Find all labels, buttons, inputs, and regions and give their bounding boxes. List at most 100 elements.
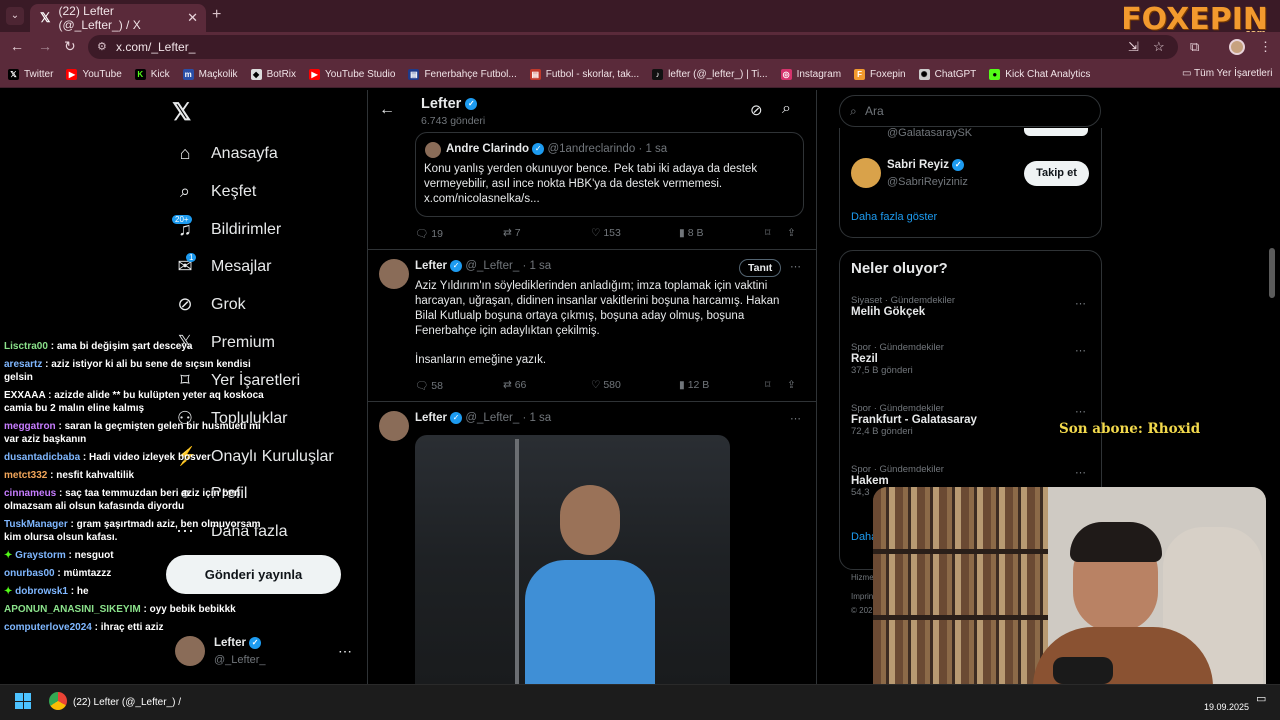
chrome-icon[interactable] (49, 692, 67, 710)
bookmark-tiktok[interactable]: ♪ lefter (@_lefter_) | Ti... (652, 69, 768, 80)
nav-grok[interactable]: ⊘ Grok (175, 294, 245, 315)
chat-username: meggatron (4, 421, 56, 432)
fenerbahce-icon: ▤ (408, 69, 420, 80)
bookmark-foxepin[interactable]: F Foxepin (854, 69, 906, 80)
youtube-icon: ▶ (66, 69, 78, 80)
quoted-avatar (425, 142, 441, 158)
forward-icon[interactable]: → (38, 38, 52, 54)
footer-link[interactable]: Imprin (851, 592, 873, 601)
search-icon[interactable]: ⌕ (782, 100, 791, 118)
bookmark-icon[interactable]: ⌑ (765, 227, 787, 240)
like-button[interactable]: ♡ 153 (591, 227, 679, 240)
account-menu-icon[interactable]: ⋯ (338, 643, 352, 660)
webcam-microphone (1053, 657, 1113, 684)
footer-link[interactable]: Hizme (851, 573, 874, 582)
extensions-icon[interactable]: ⧉ (1190, 39, 1199, 55)
install-app-icon[interactable]: ⇲ (1128, 39, 1139, 55)
tweet-avatar[interactable] (379, 411, 409, 441)
video-person-head (560, 485, 620, 555)
chat-username: metct332 (4, 470, 48, 481)
bookmark-fenerbahce[interactable]: ▤ Fenerbahçe Futbol... (408, 69, 517, 80)
bookmark-botrix[interactable]: ◆ BotRix (250, 69, 296, 80)
chat-message: cinnameus : saç taa temmuzdan beri aziz … (4, 488, 241, 512)
browser-tab[interactable]: 𝕏 (22) Lefter (@_Lefter_) / X ✕ (30, 4, 206, 32)
share-icon[interactable]: ⇪ (787, 379, 796, 392)
bookmark-icon[interactable]: ⌑ (765, 379, 787, 392)
nav-explore[interactable]: ⌕ Keşfet (175, 181, 256, 202)
nav-home[interactable]: ⌂ Anasayfa (175, 143, 278, 164)
trend-item[interactable]: Siyaset · Gündemdekiler Melih Gökçek (851, 295, 955, 318)
tweet-video[interactable] (415, 435, 730, 684)
follow-button-partial[interactable] (1024, 128, 1088, 136)
reply-button[interactable]: 🗨 19 (415, 227, 503, 240)
search-input[interactable]: ⌕ Ara (839, 95, 1101, 127)
verified-icon: ✓ (532, 143, 545, 155)
bookmark-kick-chat-analytics[interactable]: ● Kick Chat Analytics (989, 69, 1090, 80)
profile-avatar[interactable] (1229, 39, 1245, 55)
trend-menu-icon[interactable]: ⋯ (1075, 344, 1087, 357)
chat-message: APONUN_ANASINI_SIKEYIM : oyy bebik bebik… (4, 604, 236, 615)
tweet-menu-icon[interactable]: ⋯ (790, 412, 802, 425)
x-logo-icon[interactable]: 𝕏 (172, 98, 191, 127)
chat-message: ✦ Graystorm : nesguot (4, 550, 114, 561)
trend-item[interactable]: Spor · Gündemdekiler Frankfurt - Galatas… (851, 403, 977, 437)
chat-username: EXXAAA (4, 390, 46, 401)
taskbar-window-title[interactable]: (22) Lefter (@_Lefter_) / (73, 697, 181, 708)
reply-button[interactable]: 🗨 58 (415, 379, 503, 392)
mackolik-icon: m (182, 69, 194, 80)
bookmark-flashscore[interactable]: ▤ Futbol - skorlar, tak... (529, 69, 639, 80)
like-button[interactable]: ♡ 580 (591, 379, 679, 392)
retweet-button[interactable]: ⇄ 66 (503, 379, 591, 392)
tweet-avatar[interactable] (379, 259, 409, 289)
sabri-avatar[interactable] (851, 158, 881, 188)
account-handle: @_Lefter_ (214, 654, 266, 666)
follow-button[interactable]: Takip et (1024, 161, 1089, 186)
grok-header-icon[interactable]: ⊘ (750, 101, 763, 119)
reload-icon[interactable]: ↻ (64, 38, 76, 55)
address-bar[interactable]: ⚙ x.com/_Lefter_ (88, 35, 1178, 59)
windows-start-icon[interactable] (15, 693, 31, 709)
views-button[interactable]: ▮ 8 B (679, 227, 765, 240)
page-scrollbar[interactable] (1269, 248, 1275, 298)
tab-search-button[interactable]: ⌄ (6, 7, 24, 25)
flashscore-icon: ▤ (529, 69, 541, 80)
chatgpt-icon: ✺ (918, 69, 930, 80)
bookmark-twitter[interactable]: 𝕏 Twitter (8, 69, 53, 80)
kick-chat-icon: ● (989, 69, 1001, 80)
promote-button[interactable]: Tanıt (739, 259, 782, 277)
new-tab-button[interactable]: + (212, 6, 221, 24)
trend-menu-icon[interactable]: ⋯ (1075, 405, 1087, 418)
bookmark-chatgpt[interactable]: ✺ ChatGPT (918, 69, 976, 80)
bookmark-kick[interactable]: K Kick (134, 69, 170, 80)
show-more-link[interactable]: Daha fazla göster (851, 211, 937, 223)
bookmark-star-icon[interactable]: ☆ (1153, 39, 1165, 55)
browser-menu-icon[interactable]: ⋮ (1259, 39, 1272, 55)
chat-username: Graystorm (15, 550, 66, 561)
botrix-icon: ◆ (250, 69, 262, 80)
url-text: x.com/_Lefter_ (116, 40, 196, 54)
trend-menu-icon[interactable]: ⋯ (1075, 466, 1087, 479)
back-icon[interactable]: ← (10, 38, 24, 54)
chat-username: Lisctra00 (4, 341, 48, 352)
trend-menu-icon[interactable]: ⋯ (1075, 297, 1087, 310)
close-tab-icon[interactable]: ✕ (187, 10, 198, 26)
back-arrow-icon[interactable]: ← (379, 101, 395, 119)
all-bookmarks[interactable]: ▭ Tüm Yer İşaretleri (1182, 68, 1272, 79)
search-icon: ⌕ (850, 104, 857, 118)
account-avatar[interactable] (175, 636, 205, 666)
trend-item[interactable]: Spor · Gündemdekiler Rezil 37,5 B gönder… (851, 342, 944, 376)
bookmark-mackolik[interactable]: m Maçkolik (182, 69, 238, 80)
quoted-author: Andre Clarindo ✓ @1andreclarindo · 1 sa (446, 143, 668, 156)
tweet-menu-icon[interactable]: ⋯ (790, 260, 802, 273)
bookmark-youtube-studio[interactable]: ▶ YouTube Studio (309, 69, 395, 80)
site-info-icon[interactable]: ⚙ (97, 35, 107, 59)
retweet-button[interactable]: ⇄ 7 (503, 227, 591, 240)
bookmark-instagram[interactable]: ◎ Instagram (780, 69, 841, 80)
quoted-text: Konu yanlış yerden okunuyor bence. Pek t… (424, 163, 758, 205)
notification-icon[interactable]: ▭ (1256, 692, 1266, 705)
share-icon[interactable]: ⇪ (787, 227, 796, 240)
views-button[interactable]: ▮ 12 B (679, 379, 765, 392)
bookmark-youtube[interactable]: ▶ YouTube (66, 69, 122, 80)
bookmarks-bar: 𝕏 Twitter ▶ YouTube K Kick m Maçkolik ◆ BotRi… (0, 62, 1280, 88)
youtube-studio-icon: ▶ (309, 69, 321, 80)
